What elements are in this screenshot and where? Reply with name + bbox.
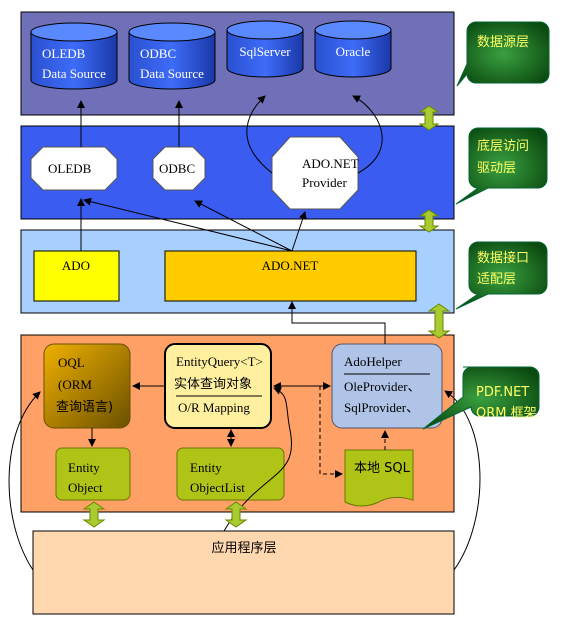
entity-object-list-box[interactable]: Entity ObjectList bbox=[176, 447, 285, 501]
db-sqlserver[interactable]: SqlServer bbox=[226, 20, 304, 78]
oql-line3: 查询语言) bbox=[56, 400, 113, 415]
oql-box[interactable]: OQL (ORM 查询语言) bbox=[43, 343, 131, 429]
db-odbc[interactable]: ODBC Data Source bbox=[128, 22, 216, 90]
entity-object-line2: Object bbox=[68, 480, 103, 495]
local-sql-label: 本地 SQL bbox=[354, 461, 411, 476]
callout-driver-line1: 底层访问 bbox=[477, 138, 529, 154]
callout-orm-line2: ORM 框架 bbox=[476, 406, 537, 421]
adapter-adonet-label: ADO.NET bbox=[262, 258, 319, 273]
driver-oledb[interactable]: OLEDB bbox=[30, 146, 118, 191]
entity-object-line1: Entity bbox=[68, 460, 100, 475]
db-oledb[interactable]: OLEDB Data Source bbox=[30, 22, 118, 90]
adapter-adonet[interactable]: ADO.NET bbox=[164, 250, 417, 302]
architecture-diagram: 应用程序层 OLEDB Data Source ODBC Data Source… bbox=[8, 11, 550, 615]
db-odbc-line1: ODBC bbox=[140, 46, 176, 61]
db-oledb-line1: OLEDB bbox=[42, 46, 86, 61]
entity-query-line3: O/R Mapping bbox=[178, 400, 250, 415]
callout-datasource: 数据源层 bbox=[456, 21, 550, 87]
adapter-ado[interactable]: ADO bbox=[33, 250, 120, 302]
driver-adonet-line2: Provider bbox=[302, 175, 347, 190]
db-oracle-label: Oracle bbox=[336, 44, 371, 59]
entity-object-box[interactable]: Entity Object bbox=[55, 447, 131, 501]
adapter-ado-label: ADO bbox=[62, 258, 90, 273]
oql-line1: OQL bbox=[58, 355, 85, 370]
callout-orm-line1: PDF.NET bbox=[476, 385, 529, 400]
db-odbc-line2: Data Source bbox=[140, 66, 204, 81]
driver-oledb-label: OLEDB bbox=[48, 161, 92, 176]
entity-query-line1: EntityQuery<T> bbox=[176, 354, 263, 369]
entity-object-list-line2: ObjectList bbox=[190, 480, 245, 495]
callout-driver-line2: 驱动层 bbox=[477, 161, 516, 176]
local-sql-doc[interactable]: 本地 SQL bbox=[344, 449, 414, 507]
callout-adapter: 数据接口 适配层 bbox=[455, 241, 548, 310]
arrow-adapter-orm bbox=[427, 303, 451, 339]
driver-adonet-provider[interactable]: ADO.NET Provider bbox=[271, 136, 359, 210]
driver-adonet-line1: ADO.NET bbox=[302, 156, 359, 171]
entity-query-box[interactable]: EntityQuery<T> 实体查询对象 O/R Mapping bbox=[164, 343, 272, 429]
entity-object-list-line1: Entity bbox=[190, 460, 222, 475]
entity-query-line2: 实体查询对象 bbox=[174, 377, 252, 392]
oql-line2: (ORM bbox=[58, 377, 92, 392]
db-oracle[interactable]: Oracle bbox=[314, 20, 392, 78]
app-layer-label: 应用程序层 bbox=[211, 540, 276, 556]
ado-helper-line3: SqlProvider、 bbox=[344, 400, 419, 415]
ado-helper-line1: AdoHelper bbox=[344, 354, 402, 369]
arrow-datasource-driver bbox=[418, 105, 440, 131]
callout-datasource-text: 数据源层 bbox=[477, 35, 529, 50]
db-sqlserver-label: SqlServer bbox=[239, 44, 291, 59]
callout-driver: 底层访问 驱动层 bbox=[455, 127, 548, 205]
driver-odbc[interactable]: ODBC bbox=[152, 146, 206, 191]
callout-adapter-line2: 适配层 bbox=[477, 272, 516, 287]
callout-adapter-line1: 数据接口 bbox=[477, 250, 529, 266]
driver-odbc-label: ODBC bbox=[159, 161, 195, 176]
ado-helper-box[interactable]: AdoHelper OleProvider、 SqlProvider、 bbox=[331, 343, 443, 429]
db-oledb-line2: Data Source bbox=[42, 66, 106, 81]
ado-helper-line2: OleProvider、 bbox=[344, 379, 421, 394]
